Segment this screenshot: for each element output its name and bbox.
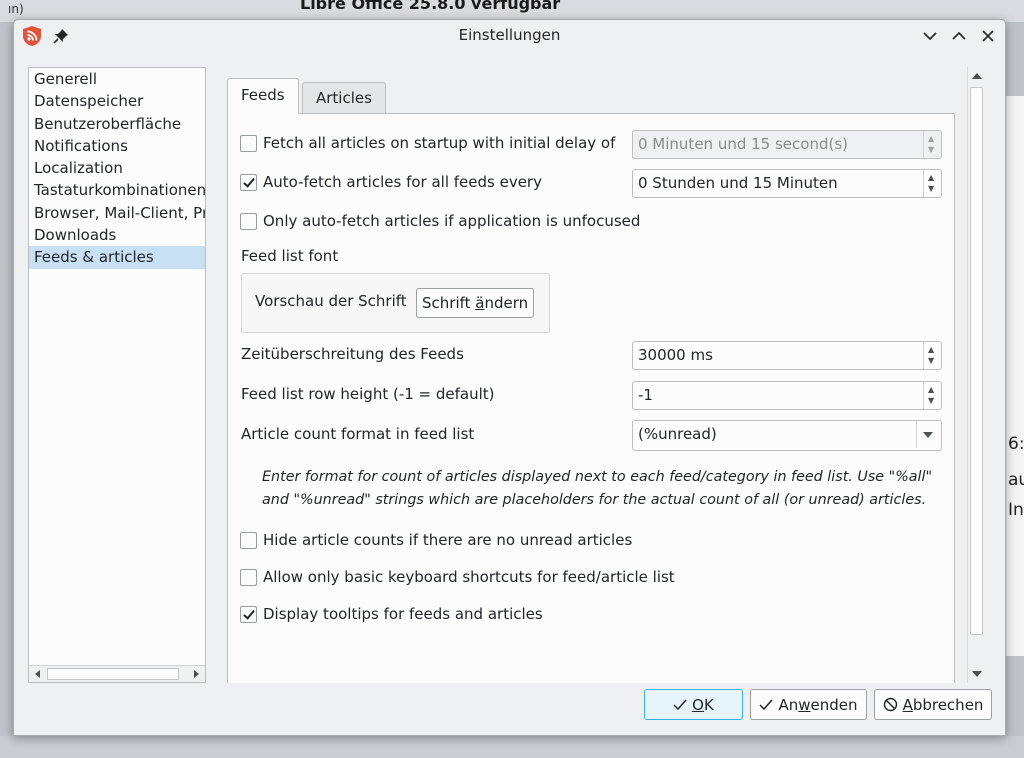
basic-shortcuts-label: Allow only basic keyboard shortcuts for …: [263, 568, 675, 586]
sidebar-item-shortcuts[interactable]: Tastaturkombinationen: [29, 179, 205, 201]
spin-up-icon[interactable]: ▲: [928, 386, 934, 394]
settings-content: Feeds Articles Fetch all articles on sta…: [214, 67, 966, 683]
spin-down-icon[interactable]: ▼: [928, 185, 934, 193]
startup-delay-spinbox: 0 Minuten und 15 second(s) ▲ ▼: [632, 130, 942, 159]
auto-fetch-unfocused-option[interactable]: Only auto-fetch articles if application …: [240, 209, 640, 233]
spin-down-icon: ▼: [928, 145, 935, 154]
auto-fetch-interval-value: 0 Stunden und 15 Minuten: [638, 174, 838, 192]
scroll-down-icon[interactable]: [972, 671, 982, 677]
auto-fetch-interval-spinbox[interactable]: 0 Stunden und 15 Minuten ▲ ▼: [632, 169, 942, 198]
change-font-button[interactable]: Schrift ändern: [416, 288, 535, 318]
title-bar[interactable]: Einstellungen: [14, 20, 1005, 52]
hide-counts-checkbox[interactable]: [240, 531, 257, 549]
row-height-spinbox[interactable]: -1 ▲ ▼: [632, 381, 942, 410]
row-height-stepper[interactable]: ▲ ▼: [923, 382, 941, 409]
background-bottom-strip: [0, 736, 1024, 758]
sidebar-scrollbar-thumb[interactable]: [47, 668, 179, 680]
auto-fetch-interval-stepper[interactable]: ▲ ▼: [923, 170, 941, 197]
content-vertical-scrollbar[interactable]: [967, 67, 985, 683]
count-format-label: Article count format in feed list: [241, 425, 475, 443]
tab-feeds[interactable]: Feeds: [227, 78, 299, 114]
sidebar-item-downloads[interactable]: Downloads: [29, 224, 205, 246]
cancel-icon: [883, 697, 897, 712]
background-right-strip: 6: au In: [1006, 96, 1024, 656]
hide-counts-option[interactable]: Hide article counts if there are no unre…: [240, 528, 632, 552]
sidebar-horizontal-scrollbar[interactable]: [29, 665, 205, 682]
background-right-text-1: 6:: [1008, 434, 1024, 454]
apply-button[interactable]: An w enden: [750, 689, 867, 720]
scroll-left-icon[interactable]: [33, 669, 43, 679]
sidebar-item-browser-mail-proxy[interactable]: Browser, Mail-Client, Proxy: [29, 202, 205, 224]
spin-down-icon[interactable]: ▼: [928, 357, 934, 365]
basic-shortcuts-option[interactable]: Allow only basic keyboard shortcuts for …: [240, 565, 675, 589]
sidebar-item-localization[interactable]: Localization: [29, 157, 205, 179]
feeds-tab-panel: Fetch all articles on startup with initi…: [227, 113, 955, 683]
sidebar-item-feeds-articles[interactable]: Feeds & articles: [29, 246, 205, 269]
check-icon: [673, 699, 687, 710]
minimize-icon[interactable]: [920, 26, 940, 46]
scroll-right-icon[interactable]: [191, 669, 201, 679]
spin-up-icon: ▲: [928, 134, 935, 143]
sidebar-item-general[interactable]: Generell: [29, 68, 205, 90]
sidebar-item-notifications[interactable]: Notifications: [29, 135, 205, 157]
auto-fetch-checkbox[interactable]: [240, 173, 257, 191]
sidebar-item-user-interface[interactable]: Benutzeroberfläche: [29, 113, 205, 135]
background-left-text: ın): [8, 2, 24, 16]
row-height-label: Feed list row height (-1 = default): [241, 385, 495, 403]
window-title: Einstellungen: [458, 26, 561, 44]
chevron-down-icon[interactable]: [923, 432, 933, 438]
close-icon[interactable]: [978, 26, 998, 46]
feed-timeout-label: Zeitüberschreitung des Feeds: [241, 345, 464, 363]
cancel-button[interactable]: Abbrechen: [874, 689, 992, 720]
content-scrollbar-thumb[interactable]: [970, 87, 983, 635]
tab-articles[interactable]: Articles: [302, 82, 386, 113]
fetch-on-startup-label: Fetch all articles on startup with initi…: [263, 134, 616, 152]
auto-fetch-unfocused-label: Only auto-fetch articles if application …: [263, 212, 641, 230]
fetch-on-startup-checkbox[interactable]: [240, 134, 257, 152]
sidebar-item-data-storage[interactable]: Datenspeicher: [29, 90, 205, 112]
spin-down-icon[interactable]: ▼: [928, 397, 934, 405]
spin-up-icon[interactable]: ▲: [928, 174, 934, 182]
background-right-text-2: au: [1008, 470, 1024, 490]
fetch-on-startup-option[interactable]: Fetch all articles on startup with initi…: [240, 131, 615, 155]
combo-separator: [916, 421, 917, 448]
row-height-value: -1: [638, 386, 653, 404]
hide-counts-label: Hide article counts if there are no unre…: [263, 531, 633, 549]
ok-button[interactable]: OK: [644, 689, 743, 720]
tooltips-checkbox[interactable]: [240, 605, 257, 623]
count-format-help-text: Enter format for count of articles displ…: [262, 469, 933, 508]
tooltips-label: Display tooltips for feeds and articles: [263, 605, 543, 623]
font-group-box: Vorschau der Schrift Schrift ändern: [241, 273, 550, 333]
background-right-text-3: In: [1008, 500, 1024, 520]
tooltips-option[interactable]: Display tooltips for feeds and articles: [240, 602, 543, 626]
auto-fetch-label: Auto-fetch articles for all feeds every: [263, 173, 542, 191]
font-preview: Vorschau der Schrift: [255, 292, 407, 310]
settings-category-list[interactable]: Generell Datenspeicher Benutzeroberfläch…: [28, 67, 206, 683]
settings-dialog: Einstellungen Generell Datenspeicher Ben…: [13, 19, 1006, 736]
feed-timeout-stepper[interactable]: ▲ ▼: [923, 342, 941, 369]
feed-timeout-spinbox[interactable]: 30000 ms ▲ ▼: [632, 341, 942, 370]
feed-timeout-value: 30000 ms: [638, 346, 713, 364]
spin-up-icon[interactable]: ▲: [928, 346, 934, 354]
startup-delay-stepper: ▲ ▼: [923, 131, 941, 158]
startup-delay-value: 0 Minuten und 15 second(s): [638, 135, 848, 153]
background-title: Libre Office 25.8.0 verfügbar: [300, 0, 561, 13]
maximize-icon[interactable]: [949, 26, 969, 46]
feed-list-font-label: Feed list font: [241, 247, 339, 265]
check-icon: [759, 699, 774, 710]
count-format-combobox[interactable]: (%unread): [632, 420, 942, 451]
basic-shortcuts-checkbox[interactable]: [240, 568, 257, 586]
count-format-value: (%unread): [638, 425, 717, 443]
scroll-up-icon[interactable]: [972, 73, 982, 79]
auto-fetch-option[interactable]: Auto-fetch articles for all feeds every: [240, 170, 542, 194]
auto-fetch-unfocused-checkbox[interactable]: [240, 212, 257, 230]
